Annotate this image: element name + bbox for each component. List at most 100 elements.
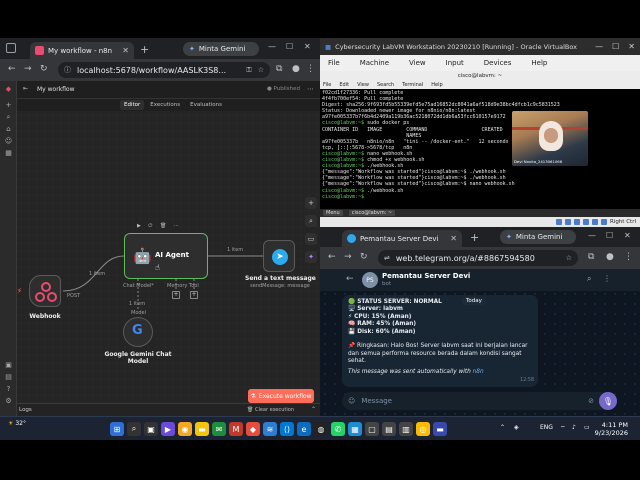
more-icon[interactable]: ⋯ <box>307 85 314 93</box>
minimize-icon[interactable]: — <box>268 42 276 51</box>
execute-workflow-button[interactable]: ⚗ Execute workflow <box>248 389 314 403</box>
term-menu-view[interactable]: View <box>357 81 369 89</box>
whatsapp-icon[interactable]: ✆ <box>331 422 345 436</box>
tg-gemini-button[interactable]: ✦ Minta Gemini <box>500 230 576 244</box>
app-icon-3[interactable]: ✉ <box>212 422 226 436</box>
tg-minimize-icon[interactable]: — <box>588 231 596 240</box>
app-icon-11[interactable]: ▥ <box>399 422 413 436</box>
clear-execution-button[interactable]: 🗑 Clear execution <box>247 407 294 413</box>
language-indicator[interactable]: ENG <box>540 424 553 431</box>
home-icon[interactable]: ⌂ <box>4 125 13 134</box>
attach-icon[interactable]: ⊘ <box>588 397 594 405</box>
tray-chevron-icon[interactable]: ⌃ <box>500 424 505 431</box>
key-icon[interactable]: ⚿ <box>246 66 251 75</box>
tg-new-tab-button[interactable]: + <box>470 231 479 244</box>
tg-forward-icon[interactable]: → <box>344 252 352 262</box>
tab-editor[interactable]: Editor <box>120 100 145 110</box>
vm-screen[interactable]: cisco@labvm: ~ File Edit View Search Ter… <box>320 71 640 227</box>
wifi-icon[interactable]: ⌔ <box>560 424 566 432</box>
settings-icon[interactable]: ⚙ <box>4 397 13 406</box>
grid-icon[interactable]: ▦ <box>4 149 13 158</box>
templates-icon[interactable]: ▣ <box>4 361 13 370</box>
published-status[interactable]: ● Published <box>267 86 300 92</box>
tg-close-window-icon[interactable]: ✕ <box>624 231 631 240</box>
chat-header[interactable]: ← PS Pemantau Server Devi bot ⌕ ⋮ <box>320 269 640 291</box>
tab-search-icon[interactable] <box>6 43 16 53</box>
node-webhook[interactable] <box>29 275 61 307</box>
app-icon-6[interactable]: ≋ <box>263 422 277 436</box>
term-menu-search[interactable]: Search <box>377 81 394 89</box>
vbox-minimize-icon[interactable]: — <box>595 42 603 51</box>
disk-icon[interactable] <box>555 219 562 225</box>
message-bubble[interactable]: 🟢 STATUS SERVER: NORMAL 🖥️ Server: labvm ⚡… <box>342 295 538 387</box>
close-window-icon[interactable]: ✕ <box>304 42 311 51</box>
profile-icon[interactable]: ● <box>292 64 300 74</box>
clock[interactable]: 4:11 PM 9/23/2026 <box>595 421 628 437</box>
node-telegram[interactable]: ➤ <box>263 240 295 272</box>
message-footer-link[interactable]: n8n <box>473 369 484 375</box>
term-menu-file[interactable]: File <box>323 81 331 89</box>
maximize-icon[interactable]: ☐ <box>286 42 293 51</box>
tg-site-info-icon[interactable]: ⇌ <box>384 254 390 262</box>
app-icon-12[interactable]: ▬ <box>433 422 447 436</box>
tray-app-icon[interactable]: ◈ <box>514 424 519 431</box>
term-menu-edit[interactable]: Edit <box>339 81 349 89</box>
voice-button[interactable]: 🎙 <box>599 392 617 410</box>
volume-icon[interactable]: ♪ <box>572 424 576 431</box>
site-info-icon[interactable]: ⓘ <box>64 65 71 75</box>
bookmark-star-icon[interactable]: ☆ <box>258 66 264 74</box>
term-menu-help[interactable]: Help <box>431 81 442 89</box>
back-icon[interactable]: ← <box>8 64 16 74</box>
weather-widget[interactable]: ☀ 32° <box>8 420 26 427</box>
shared-folder-icon[interactable] <box>591 219 598 225</box>
app-icon-4[interactable]: M <box>229 422 243 436</box>
chat-icon[interactable]: ▤ <box>4 373 13 382</box>
guest-menu-button[interactable]: Menu <box>323 210 343 216</box>
network-icon[interactable] <box>573 219 580 225</box>
emoji-icon[interactable]: ☺ <box>348 397 355 405</box>
extensions-icon[interactable]: ⧉ <box>276 64 282 74</box>
vbox-menu-input[interactable]: Input <box>446 59 464 67</box>
help-icon[interactable]: ? <box>4 385 13 394</box>
chat-back-icon[interactable]: ← <box>346 274 354 284</box>
collapse-icon[interactable]: ⇤ <box>23 85 28 92</box>
reload-icon[interactable]: ↻ <box>40 64 48 74</box>
add-tool-button[interactable]: + <box>190 291 198 299</box>
forward-icon[interactable]: → <box>24 64 32 74</box>
new-tab-button[interactable]: + <box>140 43 149 56</box>
note-icon[interactable]: ▭ <box>305 233 317 245</box>
vbox-maximize-icon[interactable]: ☐ <box>612 42 619 51</box>
chat-avatar[interactable]: PS <box>362 272 378 288</box>
app-icon-5[interactable]: ◆ <box>246 422 260 436</box>
n8n-logo-icon[interactable]: ◆ <box>4 85 13 94</box>
display-icon[interactable] <box>600 219 607 225</box>
tg-reload-icon[interactable]: ↻ <box>360 252 368 262</box>
app-icon-8[interactable]: ▦ <box>348 422 362 436</box>
node-toolbar[interactable]: ▶ ⏻ 🗑 ⋯ <box>137 223 182 229</box>
battery-icon[interactable]: ▭ <box>584 424 590 431</box>
term-menu-terminal[interactable]: Terminal <box>402 81 423 89</box>
gemini-button[interactable]: ✦ Minta Gemini <box>183 42 259 56</box>
tg-extensions-icon[interactable]: ⧉ <box>588 252 594 262</box>
vscode-icon[interactable]: ⟨⟩ <box>280 422 294 436</box>
menu-kebab-icon[interactable]: ⋮ <box>306 64 315 74</box>
vbox-menu-view[interactable]: View <box>409 59 426 67</box>
file-explorer-icon[interactable]: ▬ <box>195 422 209 436</box>
tg-close-tab-icon[interactable]: ✕ <box>450 234 457 243</box>
vbox-menu-machine[interactable]: Machine <box>360 59 389 67</box>
vbox-close-icon[interactable]: ✕ <box>628 42 635 51</box>
tg-profile-icon[interactable]: ● <box>606 252 614 262</box>
edge-icon[interactable]: e <box>297 422 311 436</box>
node-gemini[interactable]: G <box>123 317 153 347</box>
tg-back-icon[interactable]: ← <box>328 252 336 262</box>
chat-more-icon[interactable]: ⋮ <box>603 274 611 283</box>
search-nodes-icon[interactable]: ⌕ <box>305 215 317 227</box>
terminal-output[interactable]: f02cd1f27336: Pull complete 4f4fb700ef54:… <box>320 89 640 209</box>
user-icon[interactable]: ☺ <box>4 137 13 146</box>
tab-evaluations[interactable]: Evaluations <box>186 100 226 110</box>
app-icon-10[interactable]: ▤ <box>382 422 396 436</box>
add-memory-button[interactable]: + <box>172 291 180 299</box>
app-icon-9[interactable]: ▢ <box>365 422 379 436</box>
add-node-button[interactable]: + <box>305 197 317 209</box>
message-input[interactable]: ☺ Message ⊘ <box>342 392 614 410</box>
